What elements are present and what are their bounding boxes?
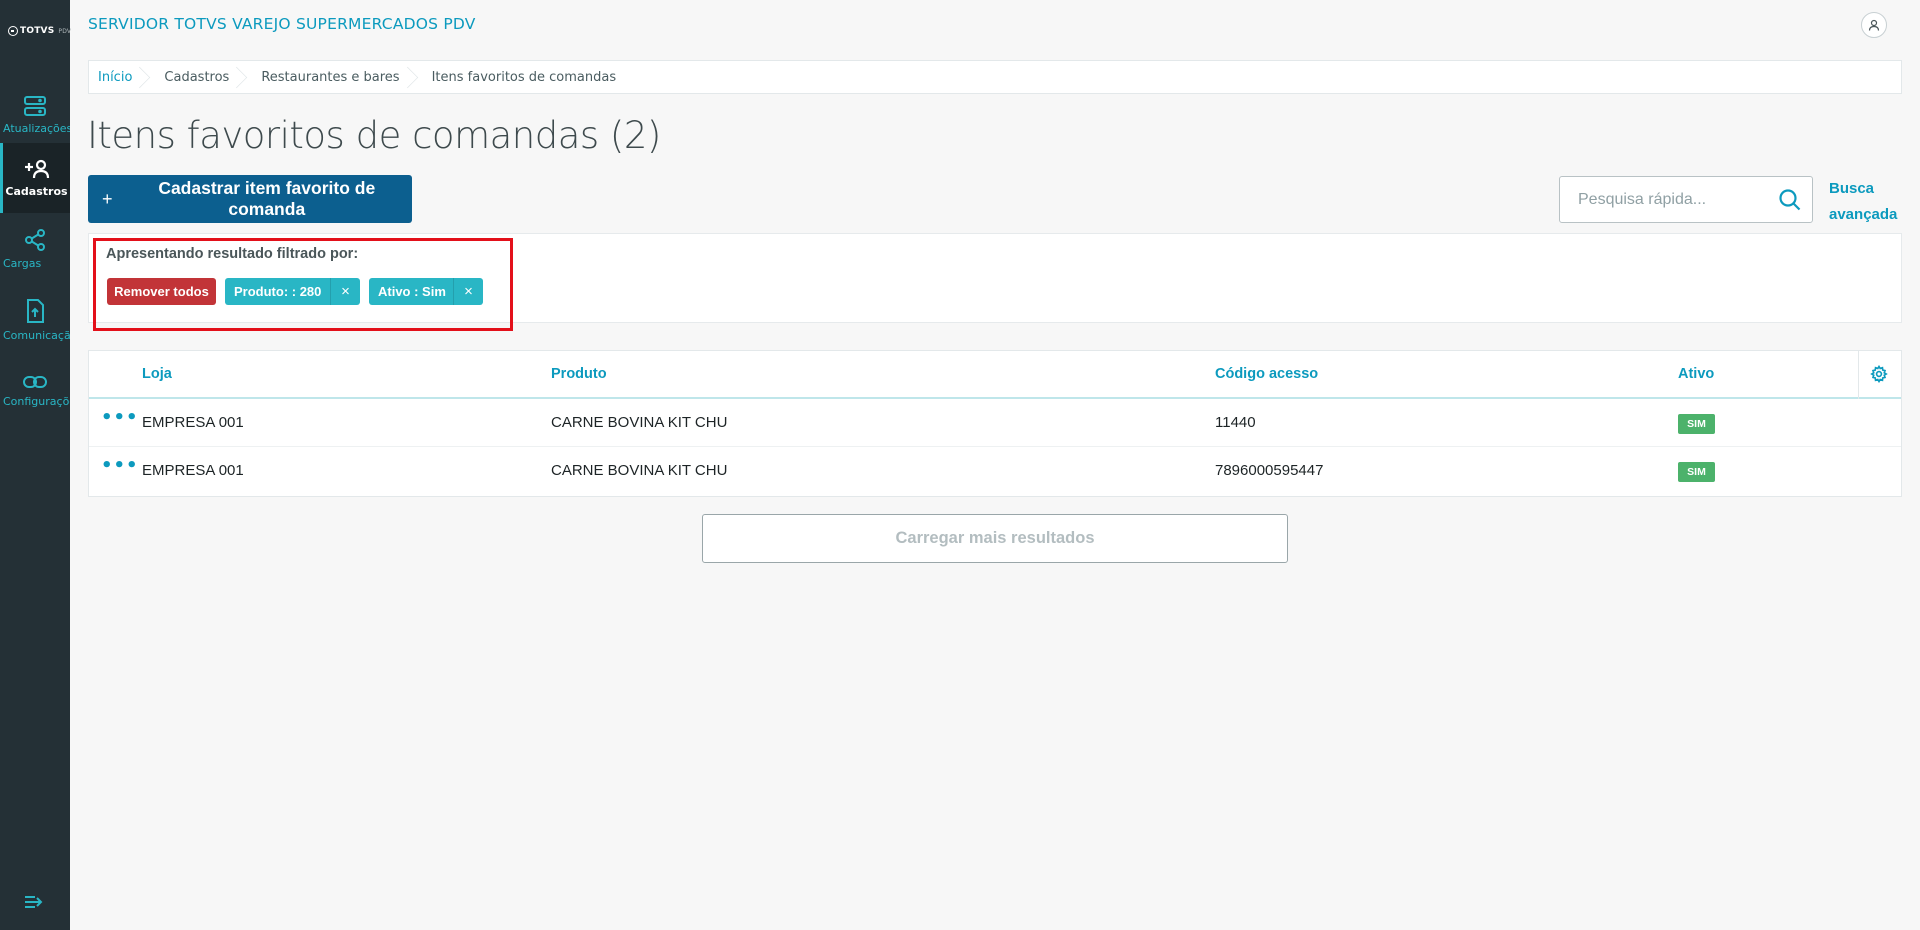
row-actions-button[interactable]: ••• — [101, 457, 139, 475]
breadcrumb-restaurantes[interactable]: Restaurantes e bares — [251, 61, 421, 93]
file-upload-icon — [27, 298, 44, 323]
add-favorite-item-button[interactable]: + Cadastrar item favorito de comanda — [88, 175, 412, 223]
totvs-logo: TOTVS PDV — [8, 26, 71, 36]
table-row: ••• EMPRESA 001 CARNE BOVINA KIT CHU 789… — [89, 447, 1901, 495]
sidebar-item-label: Comunicação — [3, 328, 70, 342]
menu-expand-icon — [25, 896, 43, 908]
sidebar-item-cadastros[interactable]: Cadastros — [0, 143, 70, 213]
column-header-loja[interactable]: Loja — [142, 366, 172, 382]
advanced-search-line2: avançada — [1829, 206, 1898, 223]
cell-loja: EMPRESA 001 — [142, 462, 244, 479]
table-row: ••• EMPRESA 001 CARNE BOVINA KIT CHU 114… — [89, 399, 1901, 447]
share-icon — [25, 228, 45, 251]
highlight-annotation — [93, 238, 513, 331]
results-table: Loja Produto Código acesso Ativo ••• EMP… — [88, 350, 1902, 497]
header-divider — [1858, 351, 1859, 399]
server-icon — [24, 95, 46, 116]
status-badge: SIM — [1678, 462, 1715, 482]
sidebar-item-configuracoes[interactable]: Configurações — [0, 356, 70, 426]
sidebar-item-label: Cargas — [3, 256, 42, 270]
quick-search — [1559, 176, 1813, 223]
column-header-codigo[interactable]: Código acesso — [1215, 366, 1318, 382]
add-user-icon — [24, 159, 49, 178]
plus-icon: + — [102, 188, 113, 209]
search-input[interactable] — [1560, 190, 1770, 209]
sidebar-item-atualizacoes[interactable]: Atualizações — [0, 80, 70, 150]
status-badge: SIM — [1678, 414, 1715, 434]
sidebar-item-label: Configurações — [3, 394, 70, 408]
logo-text: TOTVS — [20, 26, 55, 36]
load-more-button[interactable]: Carregar mais resultados — [702, 514, 1288, 563]
breadcrumb-cadastros[interactable]: Cadastros — [154, 61, 251, 93]
cell-loja: EMPRESA 001 — [142, 414, 244, 431]
sidebar-item-comunicacao[interactable]: Comunicação — [0, 285, 70, 355]
link-icon — [23, 375, 47, 388]
row-actions-button[interactable]: ••• — [101, 409, 139, 427]
sidebar-item-label: Atualizações — [3, 121, 70, 135]
totvs-logo-icon — [8, 26, 18, 36]
sidebar-item-label: Cadastros — [5, 184, 68, 198]
sidebar-item-cargas[interactable]: Cargas — [0, 214, 70, 284]
collapse-menu-button[interactable] — [24, 894, 44, 914]
column-header-produto[interactable]: Produto — [551, 366, 607, 382]
logo-subtext: PDV — [58, 27, 72, 35]
table-header: Loja Produto Código acesso Ativo — [89, 351, 1901, 399]
user-icon — [1868, 19, 1880, 31]
cell-produto: CARNE BOVINA KIT CHU — [551, 414, 728, 431]
gear-icon[interactable] — [1870, 364, 1888, 387]
breadcrumb-inicio[interactable]: Início — [89, 61, 154, 93]
app-title: SERVIDOR TOTVS VAREJO SUPERMERCADOS PDV — [88, 15, 476, 33]
breadcrumb: Início Cadastros Restaurantes e bares It… — [88, 60, 1902, 94]
cell-codigo: 7896000595447 — [1215, 462, 1324, 479]
page-title: Itens favoritos de comandas (2) — [87, 114, 661, 157]
cell-produto: CARNE BOVINA KIT CHU — [551, 462, 728, 479]
search-icon[interactable] — [1779, 189, 1801, 215]
breadcrumb-current: Itens favoritos de comandas — [431, 69, 617, 85]
advanced-search-line1: Busca — [1829, 180, 1875, 197]
column-header-ativo[interactable]: Ativo — [1678, 366, 1714, 382]
add-favorite-item-label: Cadastrar item favorito de comanda — [158, 178, 376, 219]
sidebar: TOTVS PDV Atualizações Cadastros Cargas … — [0, 0, 71, 930]
advanced-search-link[interactable]: Busca avançada — [1829, 176, 1897, 228]
user-profile-button[interactable] — [1861, 12, 1887, 38]
cell-codigo: 11440 — [1215, 414, 1256, 431]
